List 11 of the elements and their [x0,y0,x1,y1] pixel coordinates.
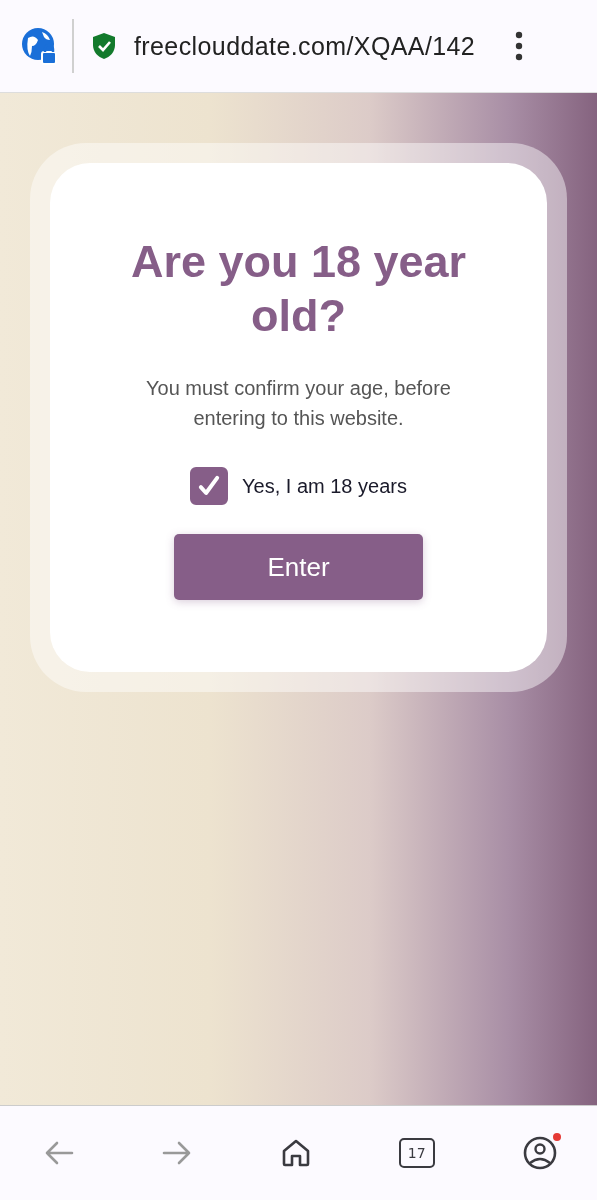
shield-icon [92,32,116,60]
home-icon[interactable] [280,1138,311,1168]
dialog-title: Are you 18 year old? [129,235,468,343]
enter-button[interactable]: Enter [174,534,423,600]
dialog-message: You must confirm your age, before entering to this website. [146,376,451,431]
tabs-button[interactable]: 17 [398,1138,435,1168]
url-text[interactable]: freeclouddate.com/XQAA/142 [134,31,499,61]
profile-icon[interactable] [523,1136,557,1170]
checkbox[interactable] [190,467,229,505]
checkbox-label[interactable]: Yes, I am 18 years [242,474,407,498]
menu-icon[interactable] [515,31,523,61]
